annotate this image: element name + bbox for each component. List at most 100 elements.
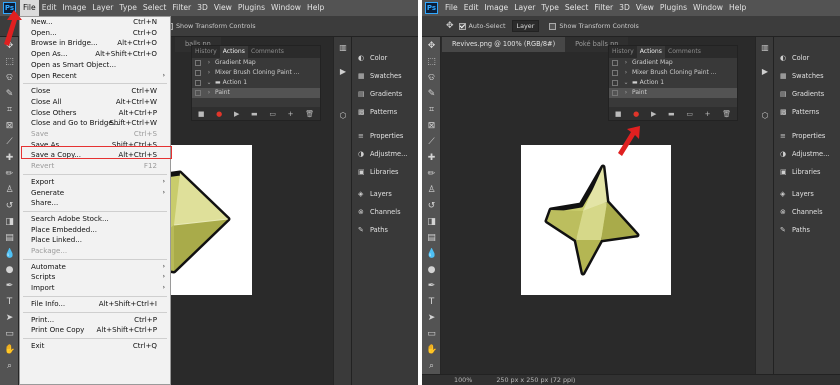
lasso-tool-icon[interactable]: ଡ bbox=[4, 73, 15, 84]
menu-3d[interactable]: 3D bbox=[616, 0, 633, 16]
menu-item-file-info[interactable]: File Info... Alt+Shift+Ctrl+I bbox=[20, 299, 170, 310]
panel-paths[interactable]: ✎ Paths bbox=[780, 226, 810, 234]
menu-help[interactable]: Help bbox=[304, 0, 327, 16]
action-row-selected[interactable]: › Paint bbox=[609, 88, 737, 98]
panel-swatches[interactable]: ▦ Swatches bbox=[358, 72, 402, 80]
panel-gradients[interactable]: ▤ Gradients bbox=[780, 90, 824, 98]
new-action-icon[interactable]: + bbox=[705, 110, 711, 118]
type-tool-icon[interactable]: T bbox=[426, 297, 437, 308]
gradient-icon[interactable]: ▥ bbox=[338, 43, 348, 52]
healing-brush-icon[interactable]: ✚ bbox=[426, 153, 437, 164]
folder-icon[interactable]: ▬ bbox=[668, 110, 675, 118]
tab-comments[interactable]: Comments bbox=[665, 46, 704, 58]
chevron-right-icon[interactable]: › bbox=[620, 68, 632, 78]
type-tool-icon[interactable]: T bbox=[4, 297, 15, 308]
menu-help[interactable]: Help bbox=[726, 0, 749, 16]
trash-icon[interactable]: 🗑 bbox=[305, 110, 314, 118]
menu-window[interactable]: Window bbox=[268, 0, 304, 16]
frame-tool-icon[interactable]: ⊠ bbox=[4, 121, 15, 132]
menu-item-scripts[interactable]: Scripts › bbox=[20, 272, 170, 283]
play-icon[interactable]: ▶ bbox=[338, 67, 348, 76]
panel-properties[interactable]: ≡ Properties bbox=[780, 132, 825, 140]
menu-item-search-adobe-stock[interactable]: Search Adobe Stock... bbox=[20, 214, 170, 225]
menu-3d[interactable]: 3D bbox=[194, 0, 211, 16]
gradient-tool-icon[interactable]: ▤ bbox=[4, 233, 15, 244]
menu-item-exit[interactable]: Exit Ctrl+Q bbox=[20, 341, 170, 352]
menu-view[interactable]: View bbox=[633, 0, 657, 16]
menu-item-print[interactable]: Print... Ctrl+P bbox=[20, 315, 170, 326]
auto-select-checkbox[interactable] bbox=[458, 22, 466, 30]
hand-tool-icon[interactable]: ✋ bbox=[426, 345, 437, 356]
menu-item-automate[interactable]: Automate › bbox=[20, 262, 170, 273]
lasso-tool-icon[interactable]: ଡ bbox=[426, 73, 437, 84]
menu-layer[interactable]: Layer bbox=[511, 0, 538, 16]
action-row[interactable]: › Gradient Map bbox=[192, 58, 320, 68]
move-tool-icon[interactable]: ✥ bbox=[446, 21, 454, 31]
path-select-icon[interactable]: ➤ bbox=[4, 313, 15, 324]
play-icon[interactable]: ▶ bbox=[651, 110, 656, 118]
panel-layers[interactable]: ◈ Layers bbox=[358, 190, 392, 198]
menu-item-place-linked[interactable]: Place Linked... bbox=[20, 235, 170, 246]
dodge-tool-icon[interactable]: ● bbox=[426, 265, 437, 276]
toggle-checkbox[interactable] bbox=[612, 79, 618, 86]
shape-tool-icon[interactable]: ▭ bbox=[4, 329, 15, 340]
zoom-tool-icon[interactable]: ⌕ bbox=[4, 361, 15, 372]
quick-select-icon[interactable]: ✎ bbox=[426, 89, 437, 100]
crop-tool-icon[interactable]: ⌗ bbox=[426, 105, 437, 116]
menu-edit[interactable]: Edit bbox=[39, 0, 60, 16]
panel-libraries[interactable]: ▣ Libraries bbox=[780, 168, 820, 176]
eyedropper-icon[interactable]: ⟋ bbox=[4, 137, 15, 148]
action-row[interactable]: ⌄ ▬ Action 1 bbox=[609, 78, 737, 88]
menu-item-new[interactable]: New... Ctrl+N bbox=[20, 17, 170, 28]
menu-select[interactable]: Select bbox=[562, 0, 591, 16]
menu-edit[interactable]: Edit bbox=[461, 0, 482, 16]
frame-tool-icon[interactable]: ⊠ bbox=[426, 121, 437, 132]
move-tool-icon[interactable]: ✥ bbox=[426, 41, 437, 52]
chevron-right-icon[interactable]: › bbox=[620, 88, 632, 98]
panel-channels[interactable]: ⊗ Channels bbox=[780, 208, 823, 216]
toggle-checkbox[interactable] bbox=[195, 79, 201, 86]
blur-tool-icon[interactable]: 💧 bbox=[4, 249, 15, 260]
menu-item-place-embedded[interactable]: Place Embedded... bbox=[20, 225, 170, 236]
tab-revives[interactable]: Revives.png @ 100% (RGB/8#) bbox=[442, 37, 566, 52]
panel-color[interactable]: ◐ Color bbox=[780, 54, 809, 62]
menu-type[interactable]: Type bbox=[116, 0, 139, 16]
menu-select[interactable]: Select bbox=[140, 0, 169, 16]
menu-type[interactable]: Type bbox=[538, 0, 561, 16]
menu-item-print-one-copy[interactable]: Print One Copy Alt+Shift+Ctrl+P bbox=[20, 325, 170, 336]
menu-item-browse-in-bridge[interactable]: Browse in Bridge... Alt+Ctrl+O bbox=[20, 38, 170, 49]
menu-item-open-recent[interactable]: Open Recent › bbox=[20, 71, 170, 82]
record-icon[interactable]: ● bbox=[216, 110, 222, 118]
history-brush-icon[interactable]: ↺ bbox=[4, 201, 15, 212]
menu-item-open-as-smart-object[interactable]: Open as Smart Object... bbox=[20, 60, 170, 71]
eyedropper-icon[interactable]: ⟋ bbox=[426, 137, 437, 148]
crop-tool-icon[interactable]: ⌗ bbox=[4, 105, 15, 116]
chevron-right-icon[interactable]: › bbox=[620, 58, 632, 68]
menu-filter[interactable]: Filter bbox=[169, 0, 194, 16]
healing-brush-icon[interactable]: ✚ bbox=[4, 153, 15, 164]
panel-layers[interactable]: ◈ Layers bbox=[780, 190, 814, 198]
stamp-tool-icon[interactable]: ♙ bbox=[4, 185, 15, 196]
menu-item-import[interactable]: Import › bbox=[20, 283, 170, 294]
play-icon[interactable]: ▶ bbox=[234, 110, 239, 118]
panel-paths[interactable]: ✎ Paths bbox=[358, 226, 388, 234]
path-select-icon[interactable]: ➤ bbox=[426, 313, 437, 324]
toggle-checkbox[interactable] bbox=[612, 59, 618, 66]
eraser-icon[interactable]: ◨ bbox=[426, 217, 437, 228]
menu-item-close-others[interactable]: Close Others Alt+Ctrl+P bbox=[20, 108, 170, 119]
play-icon[interactable]: ▶ bbox=[760, 67, 770, 76]
panel-swatches[interactable]: ▦ Swatches bbox=[780, 72, 824, 80]
zoom-level[interactable]: 100% bbox=[454, 376, 472, 384]
tab-actions[interactable]: Actions bbox=[636, 46, 665, 58]
menu-item-close-all[interactable]: Close All Alt+Ctrl+W bbox=[20, 97, 170, 108]
new-set-icon[interactable]: ▭ bbox=[269, 110, 276, 118]
menu-item-close[interactable]: Close Ctrl+W bbox=[20, 86, 170, 97]
panel-channels[interactable]: ⊗ Channels bbox=[358, 208, 401, 216]
brush-tool-icon[interactable]: ✏ bbox=[426, 169, 437, 180]
pen-tool-icon[interactable]: ✒ bbox=[4, 281, 15, 292]
blur-tool-icon[interactable]: 💧 bbox=[426, 249, 437, 260]
menu-window[interactable]: Window bbox=[690, 0, 726, 16]
menu-file[interactable]: File bbox=[442, 0, 461, 16]
menu-image[interactable]: Image bbox=[481, 0, 511, 16]
panel-libraries[interactable]: ▣ Libraries bbox=[358, 168, 398, 176]
